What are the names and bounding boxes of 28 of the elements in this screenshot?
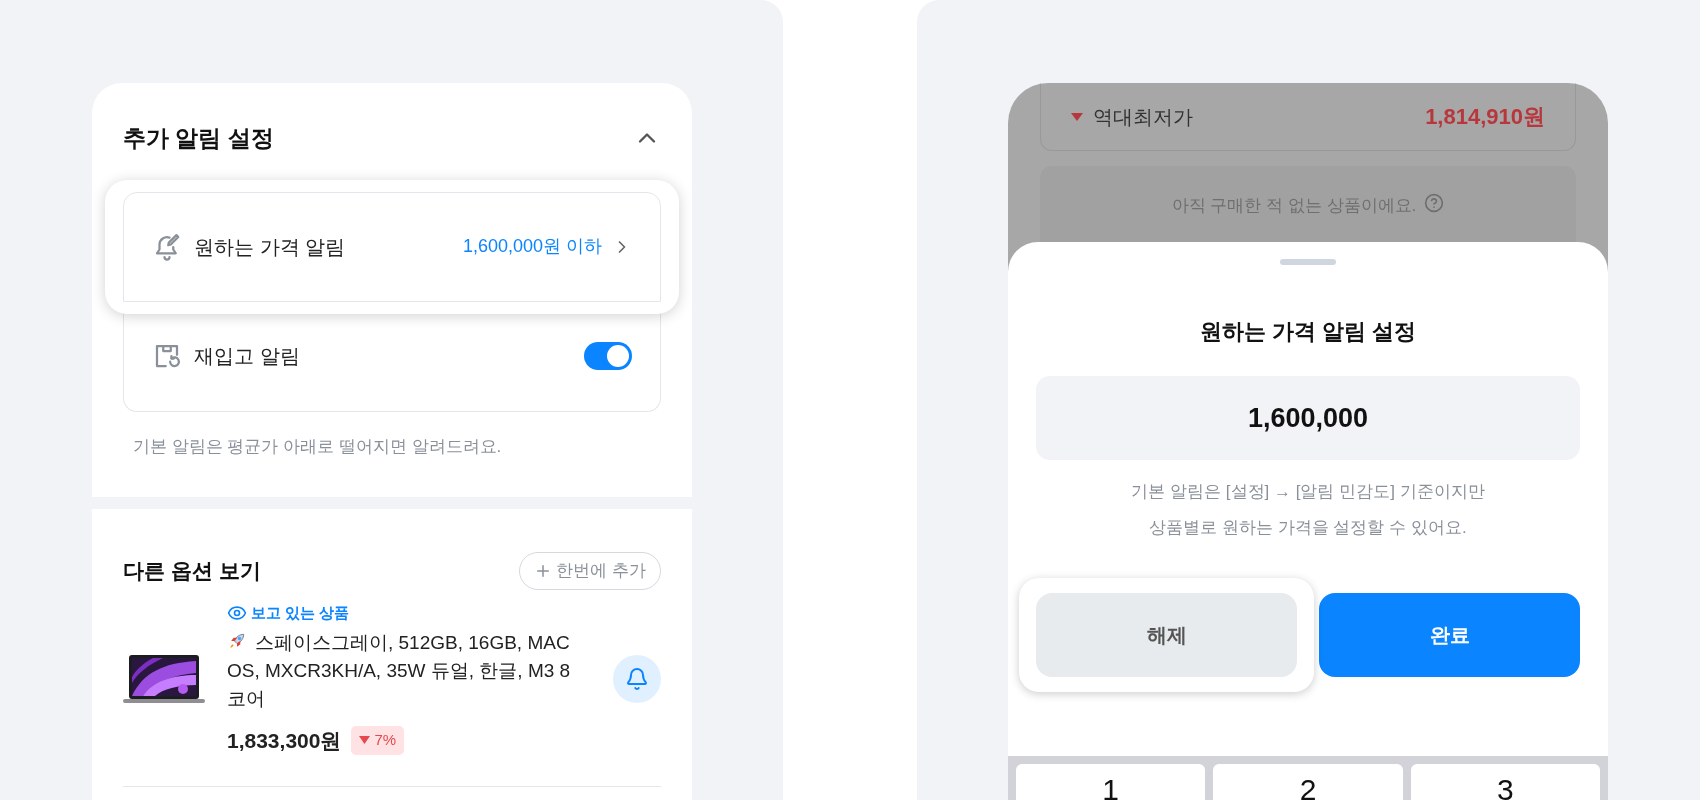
viewing-label: 보고 있는 상품 (251, 603, 350, 623)
down-triangle-icon (359, 736, 371, 745)
bell-icon (625, 667, 649, 691)
lowest-price-label: 역대최저가 (1093, 104, 1193, 130)
price-input[interactable]: 1,600,000 (1036, 376, 1580, 460)
help-text: 상품별로 원하는 가격을 설정할 수 있어요. (1149, 517, 1467, 539)
product-price: 1,833,300원 (227, 727, 342, 754)
keypad-key[interactable]: 2 (1213, 764, 1403, 800)
clear-button[interactable]: 해제 (1036, 593, 1297, 677)
sheet-handle[interactable] (1280, 259, 1336, 265)
setting-label: 원하는 가격 알림 (194, 234, 346, 260)
keypad-key[interactable]: 1 (1016, 764, 1206, 800)
product-name: 스페이스그레이, 512GB, 16GB, MAC OS, MXCR3KH/A, 35W 듀얼, 한글, M3 8코어 (227, 630, 572, 711)
keypad-key[interactable]: 3 (1410, 764, 1600, 800)
lowest-price: 1,814,910원 (1425, 103, 1545, 131)
done-button[interactable]: 완료 (1319, 593, 1580, 677)
toggle-switch[interactable] (584, 342, 632, 370)
sheet-title: 원하는 가격 알림 설정 (1199, 318, 1417, 346)
alert-bell-button[interactable] (613, 655, 661, 703)
note-text: 기본 알림은 평균가 아래로 떨어지면 알려드려요. (133, 435, 503, 458)
setting-label: 재입고 알림 (194, 344, 300, 369)
down-triangle-icon (1071, 112, 1083, 121)
discount-tag: 7% (351, 726, 405, 755)
section-title: 다른 옵션 보기 (123, 558, 261, 585)
price-threshold[interactable]: 1,600,000원 이하 (462, 233, 602, 260)
section-title: 추가 알림 설정 (123, 124, 274, 153)
help-icon[interactable] (1424, 193, 1445, 213)
help-text: 기본 알림은 [설정] → [알림 민감도] 기준이지만 (1131, 481, 1485, 503)
